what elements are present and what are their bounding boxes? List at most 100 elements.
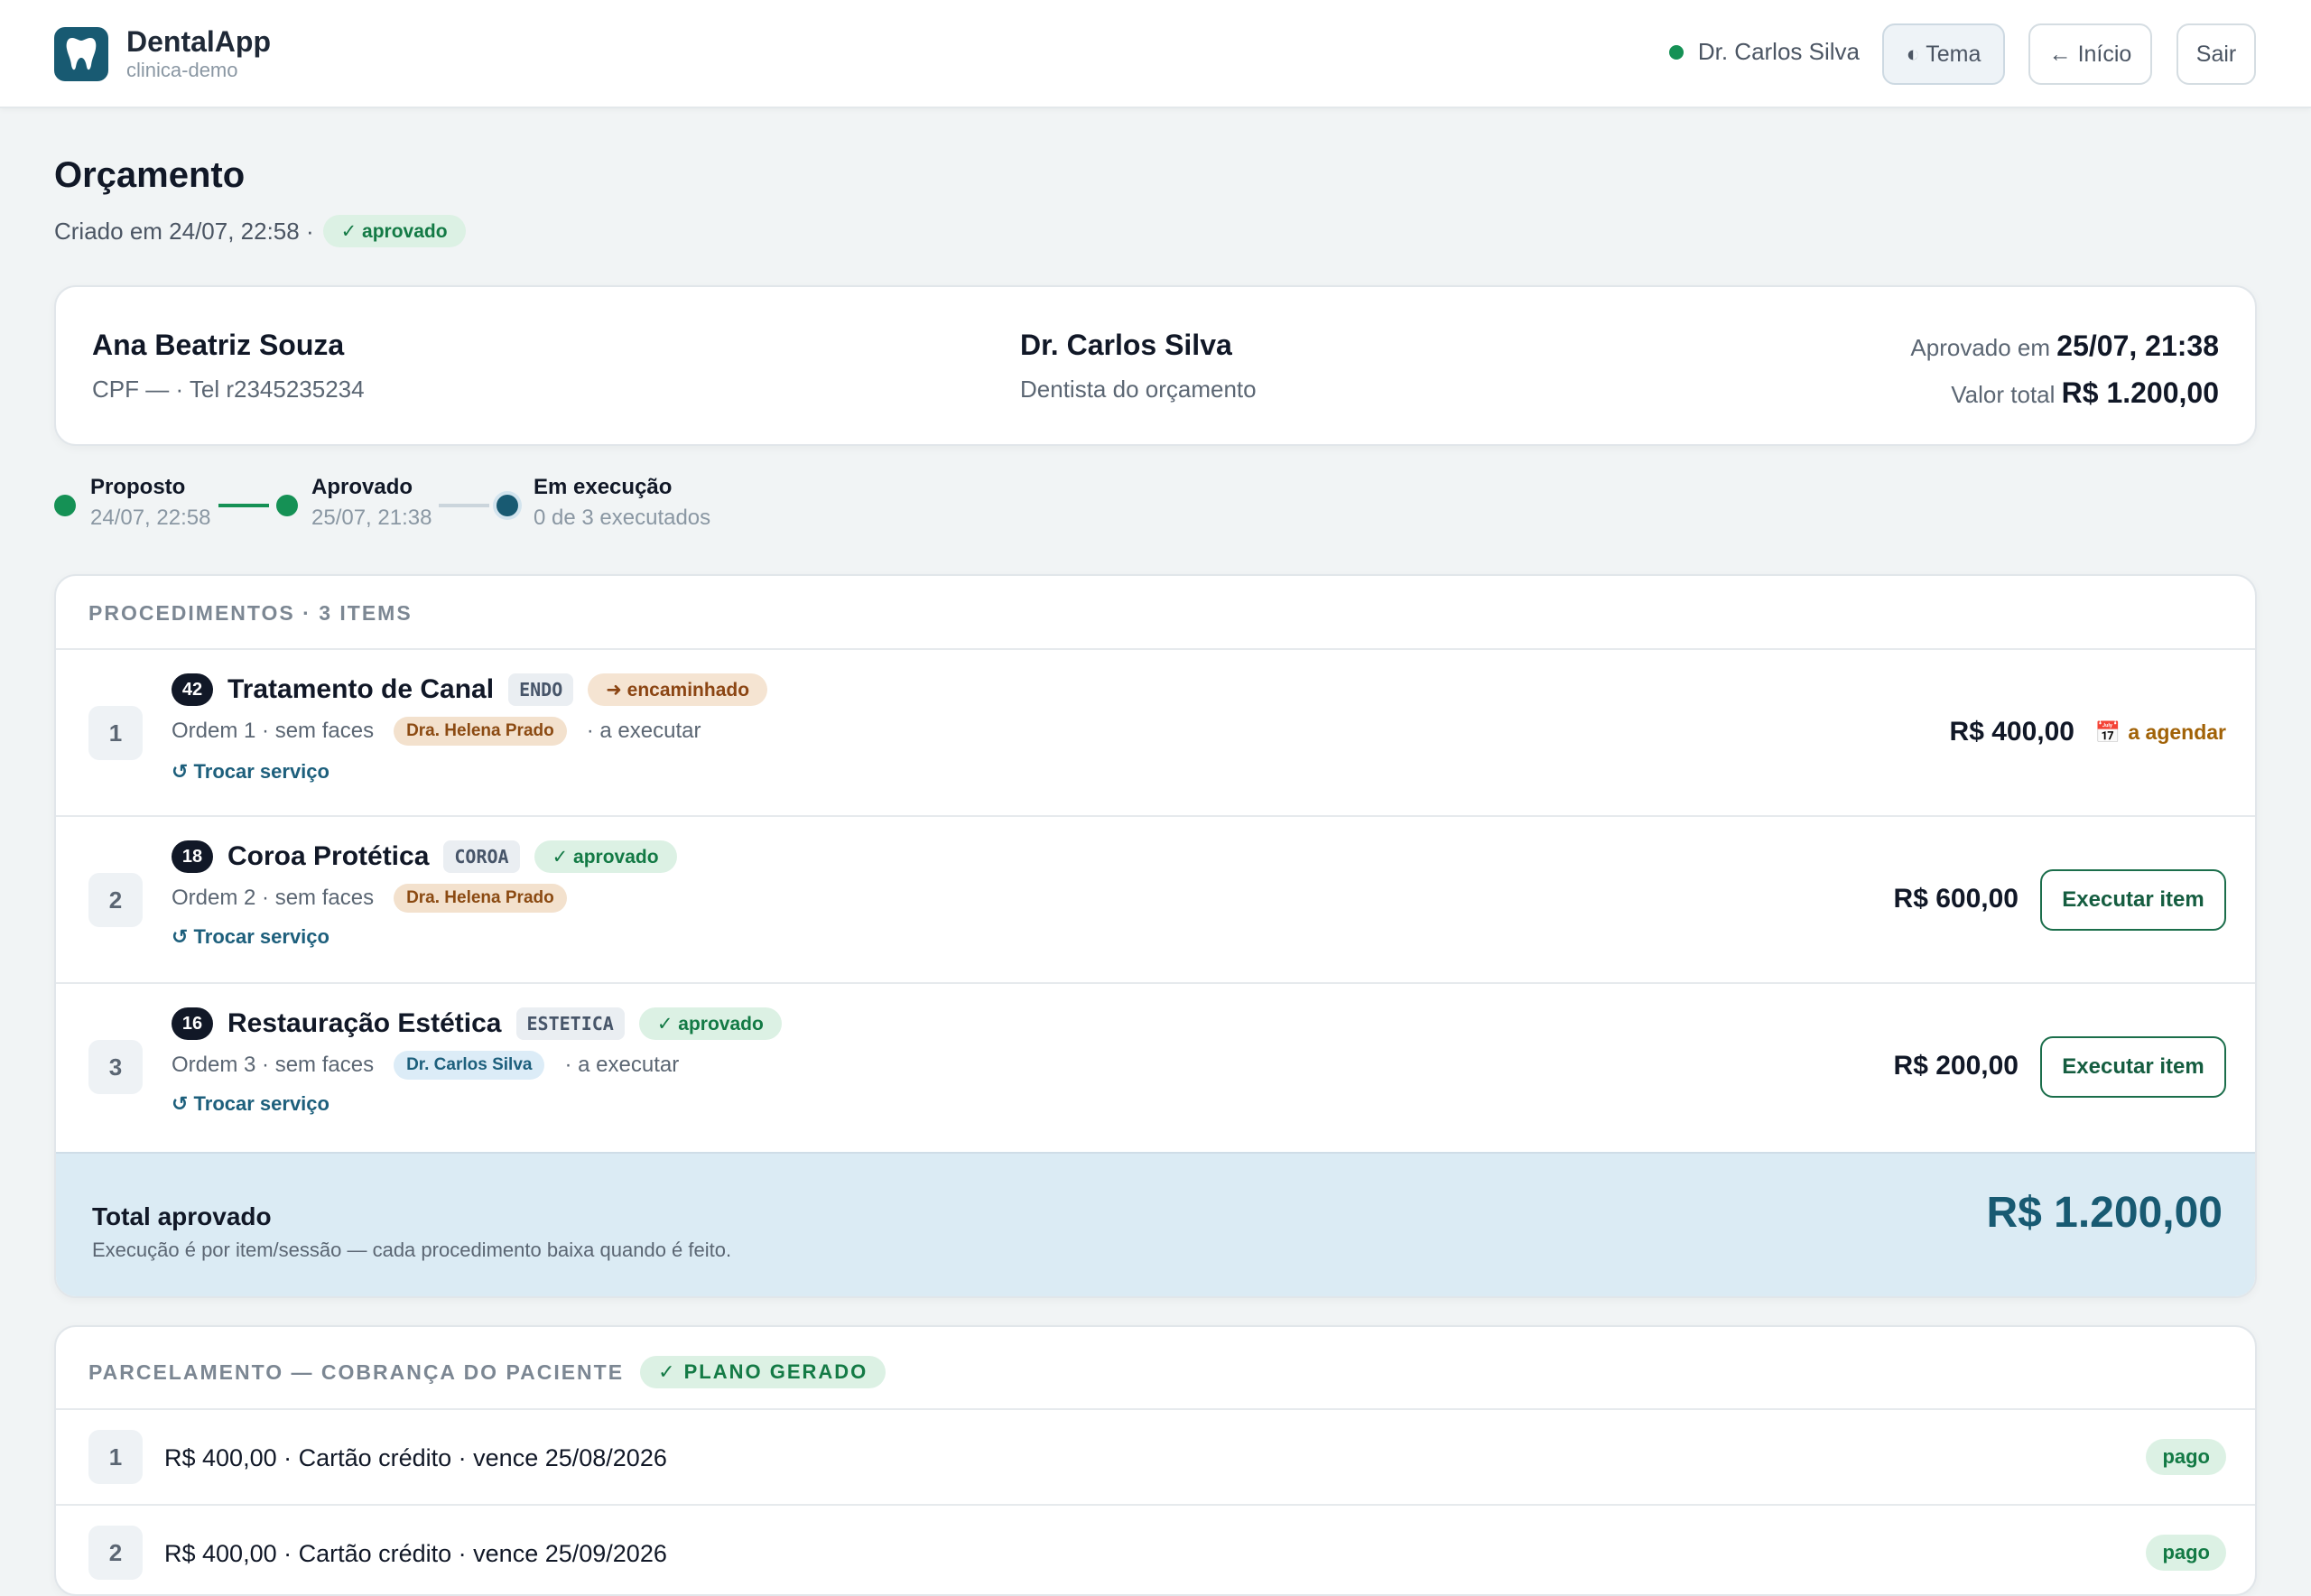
procedure-price: R$ 600,00 <box>1893 884 2019 914</box>
patient-info: Ana Beatriz Souza CPF — · Tel r234523523… <box>92 327 365 404</box>
installment-text: R$ 400,00 · Cartão crédito · vence 25/09… <box>164 1540 667 1567</box>
approved-date: 25/07, 21:38 <box>2056 329 2219 362</box>
professional-badge: Dr. Carlos Silva <box>394 1051 545 1080</box>
execute-item-button[interactable]: Executar item <box>2040 1036 2226 1098</box>
installments-header: PARCELAMENTO — COBRANÇA DO PACIENTE ✓ PL… <box>88 1356 886 1388</box>
approval-info: Aprovado em 25/07, 21:38 Valor total R$ … <box>1910 323 2219 417</box>
approved-total-value: R$ 1.200,00 <box>1986 1189 2223 1237</box>
page-title: Orçamento <box>54 155 246 195</box>
procedure-code: ENDO <box>508 673 574 706</box>
step-date: 24/07, 22:58 <box>90 506 211 530</box>
tooth-number-badge: 18 <box>172 840 213 873</box>
brand: DentalApp clinica-demo <box>126 25 271 83</box>
swap-service-link[interactable]: ↺ Trocar serviço <box>172 1092 329 1116</box>
patient-name: Ana Beatriz Souza <box>92 329 345 361</box>
step-done-icon <box>276 495 298 516</box>
procedure-code: COROA <box>443 840 520 873</box>
calendar-icon: 📅 <box>2094 720 2121 744</box>
total-label: Valor total <box>1951 381 2056 408</box>
tenant-name: clinica-demo <box>126 59 238 81</box>
step-date: 25/07, 21:38 <box>311 506 432 530</box>
installment-row: 1 R$ 400,00 · Cartão crédito · vence 25/… <box>56 1408 2255 1504</box>
procedure-price: R$ 400,00 <box>1949 717 2074 747</box>
procedure-code: ESTETICA <box>515 1007 625 1040</box>
step-progress: 0 de 3 executados <box>534 506 711 530</box>
procedures-card: PROCEDIMENTOS · 3 ITEMS 1 42 Tratamento … <box>54 574 2257 1298</box>
current-user-name: Dr. Carlos Silva <box>1697 38 1860 65</box>
installments-title: PARCELAMENTO — COBRANÇA DO PACIENTE <box>88 1359 625 1384</box>
home-button[interactable]: ← Início <box>2028 23 2152 85</box>
procedure-status-badge: ✓ aprovado <box>638 1007 782 1040</box>
execution-status: · a executar <box>586 719 701 743</box>
step-done-icon <box>54 495 76 516</box>
procedure-order: Ordem 1 · sem faces <box>172 719 375 743</box>
approved-total-label: Total aprovado <box>92 1202 272 1230</box>
dentist-info: Dr. Carlos Silva Dentista do orçamento <box>1020 327 1257 404</box>
logout-button[interactable]: Sair <box>2176 23 2256 85</box>
procedures-header: PROCEDIMENTOS · 3 ITEMS <box>88 601 413 625</box>
procedure-status-badge: ➜ encaminhado <box>588 673 768 706</box>
status-badge: ✓ aprovado <box>322 215 466 247</box>
dentist-role: Dentista do orçamento <box>1020 376 1257 403</box>
approved-total-band: Total aprovado Execução é por item/sessã… <box>56 1152 2255 1296</box>
procedure-title: 18 Coroa Protética COROA ✓ aprovado <box>172 840 677 873</box>
execution-status: · a executar <box>564 1053 680 1077</box>
procedure-row: 3 16 Restauração Estética ESTETICA ✓ apr… <box>56 982 2255 1149</box>
swap-service-link[interactable]: ↺ Trocar serviço <box>172 760 329 784</box>
procedure-order: Ordem 2 · sem faces <box>172 886 375 910</box>
step-connector <box>218 504 269 507</box>
step-connector <box>439 504 489 507</box>
procedure-status-badge: ✓ aprovado <box>534 840 677 873</box>
installment-index: 2 <box>88 1526 143 1580</box>
installments-card: PARCELAMENTO — COBRANÇA DO PACIENTE ✓ PL… <box>54 1325 2257 1596</box>
procedure-meta: Ordem 2 · sem faces Dra. Helena Prado <box>172 884 567 913</box>
procedure-order: Ordem 3 · sem faces <box>172 1053 375 1077</box>
progress-stepper: Proposto 24/07, 22:58 Aprovado 25/07, 21… <box>54 475 867 538</box>
online-status-icon <box>1668 44 1684 60</box>
installment-index: 1 <box>88 1430 143 1484</box>
procedure-meta: Ordem 1 · sem faces Dra. Helena Prado · … <box>172 717 701 746</box>
procedure-title: 42 Tratamento de Canal ENDO ➜ encaminhad… <box>172 673 768 706</box>
procedure-row: 2 18 Coroa Protética COROA ✓ aprovado Or… <box>56 815 2255 982</box>
patient-meta: CPF — · Tel r2345235234 <box>92 376 365 403</box>
installment-text: R$ 400,00 · Cartão crédito · vence 25/08… <box>164 1444 667 1471</box>
tooth-number-badge: 42 <box>172 673 213 706</box>
procedure-title: 16 Restauração Estética ESTETICA ✓ aprov… <box>172 1007 782 1040</box>
summary-card: Ana Beatriz Souza CPF — · Tel r234523523… <box>54 285 2257 446</box>
procedure-index: 3 <box>88 1040 143 1094</box>
execute-item-button[interactable]: Executar item <box>2040 869 2226 931</box>
tooth-logo-icon <box>54 27 108 81</box>
step-label: Aprovado <box>311 475 413 499</box>
tooth-number-badge: 16 <box>172 1007 213 1040</box>
plan-generated-badge: ✓ PLANO GERADO <box>640 1356 886 1388</box>
procedure-meta: Ordem 3 · sem faces Dr. Carlos Silva · a… <box>172 1051 679 1080</box>
procedure-price: R$ 200,00 <box>1893 1051 2019 1081</box>
step-label: Em execução <box>534 475 673 499</box>
created-date: Criado em 24/07, 22:58 · <box>54 217 314 245</box>
procedure-name: Restauração Estética <box>227 1008 502 1038</box>
current-user: Dr. Carlos Silva <box>1668 38 1860 66</box>
app-name: DentalApp <box>126 25 271 58</box>
step-label: Proposto <box>90 475 186 499</box>
paid-badge: pago <box>2146 1535 2226 1571</box>
schedule-link[interactable]: 📅 a agendar <box>2095 720 2226 745</box>
procedure-index: 2 <box>88 873 143 927</box>
dentist-name: Dr. Carlos Silva <box>1020 329 1232 361</box>
paid-badge: pago <box>2146 1439 2226 1475</box>
professional-badge: Dra. Helena Prado <box>394 884 567 913</box>
swap-service-link[interactable]: ↺ Trocar serviço <box>172 925 329 949</box>
procedure-name: Tratamento de Canal <box>227 674 495 704</box>
schedule-label: a agendar <box>2128 720 2226 744</box>
procedure-name: Coroa Protética <box>227 841 430 871</box>
total-value: R$ 1.200,00 <box>2061 376 2219 409</box>
approved-total-note: Execução é por item/sessão — cada proced… <box>92 1239 732 1261</box>
installment-row: 2 R$ 400,00 · Cartão crédito · vence 25/… <box>56 1504 2255 1594</box>
created-info: Criado em 24/07, 22:58 · ✓ aprovado <box>54 215 466 247</box>
theme-button[interactable]: ◐ Tema <box>1882 23 2005 85</box>
top-bar: DentalApp clinica-demo Dr. Carlos Silva … <box>0 0 2311 108</box>
approved-label: Aprovado em <box>1910 334 2051 361</box>
procedure-row: 1 42 Tratamento de Canal ENDO ➜ encaminh… <box>56 648 2255 815</box>
step-current-icon <box>497 495 518 516</box>
professional-badge: Dra. Helena Prado <box>394 717 567 746</box>
procedure-index: 1 <box>88 706 143 760</box>
